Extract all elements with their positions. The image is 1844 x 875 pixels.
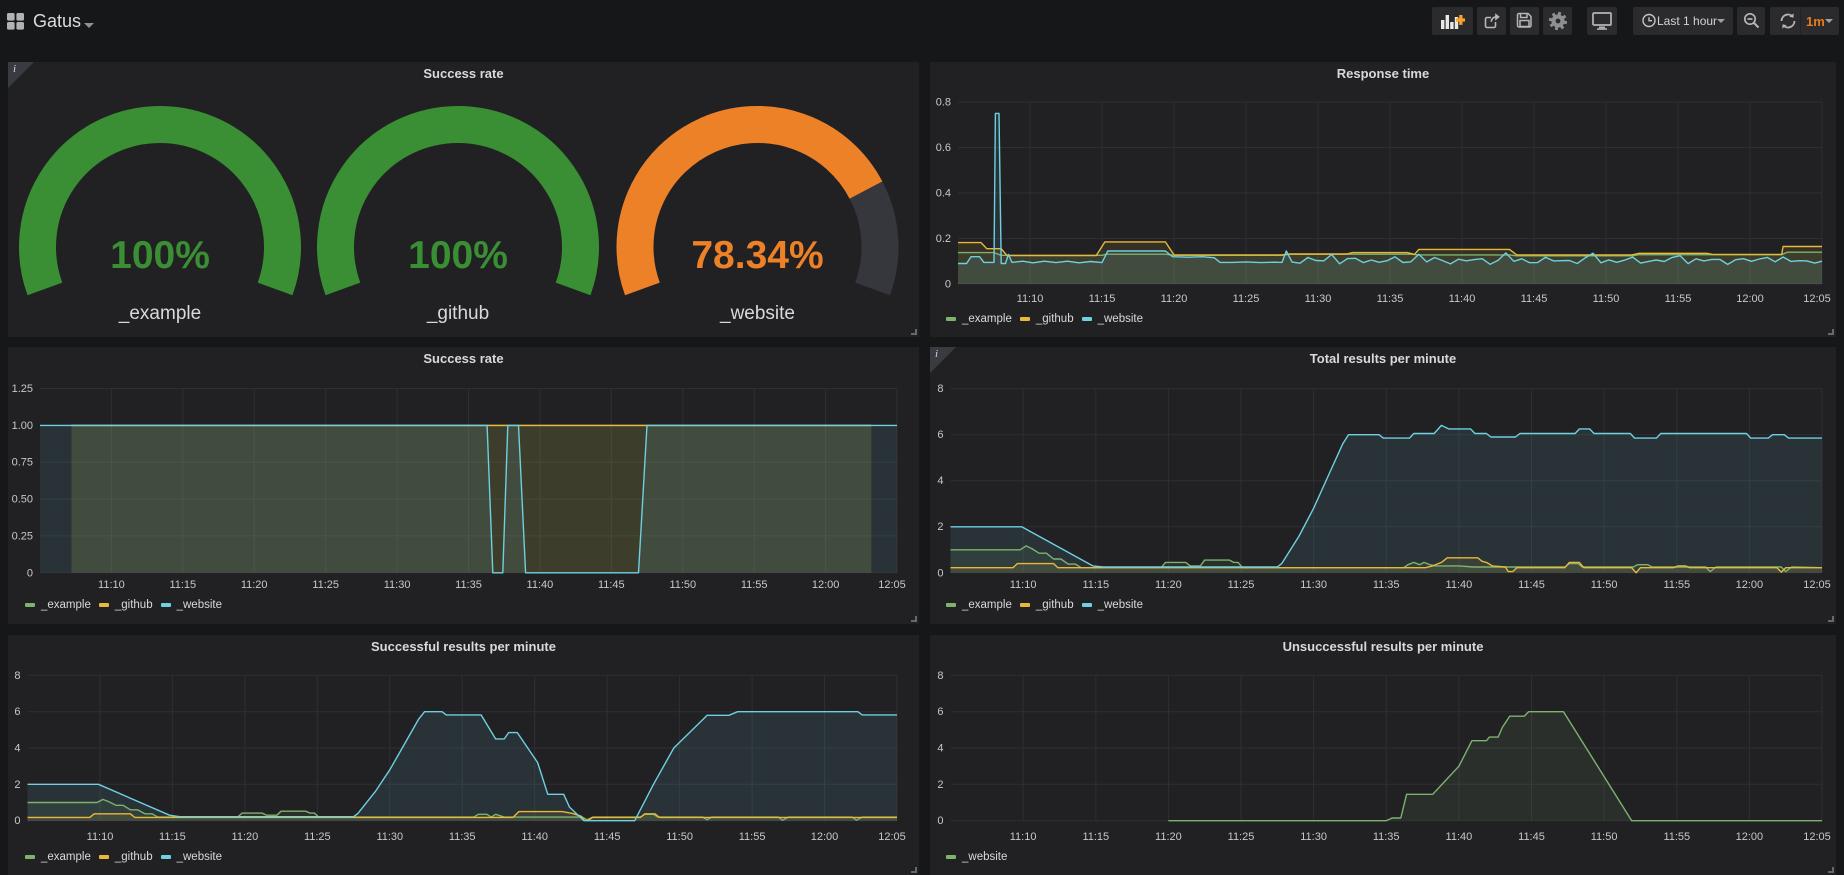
svg-text:11:40: 11:40	[1446, 831, 1473, 843]
svg-text:11:20: 11:20	[232, 831, 259, 843]
svg-text:11:45: 11:45	[594, 831, 621, 843]
svg-text:8: 8	[937, 383, 943, 395]
svg-text:11:35: 11:35	[455, 579, 482, 591]
svg-text:2: 2	[937, 779, 943, 791]
svg-text:0: 0	[27, 567, 33, 579]
svg-text:12:00: 12:00	[1736, 293, 1764, 305]
svg-text:11:10: 11:10	[1017, 293, 1044, 305]
svg-text:11:10: 11:10	[87, 831, 114, 843]
svg-text:4: 4	[14, 743, 20, 755]
svg-text:11:25: 11:25	[1228, 579, 1255, 591]
svg-text:1.00: 1.00	[12, 420, 33, 432]
svg-text:11:15: 11:15	[169, 579, 196, 591]
svg-text:_example: _example	[118, 303, 201, 324]
svg-text:11:35: 11:35	[1373, 831, 1400, 843]
svg-text:11:40: 11:40	[1446, 579, 1473, 591]
svg-text:2: 2	[937, 521, 943, 533]
svg-text:0: 0	[937, 567, 943, 579]
svg-text:11:15: 11:15	[1089, 293, 1116, 305]
svg-text:6: 6	[14, 706, 20, 718]
svg-text:8: 8	[14, 670, 20, 682]
svg-text:4: 4	[937, 743, 943, 755]
svg-text:6: 6	[937, 706, 943, 718]
svg-text:11:55: 11:55	[1663, 579, 1690, 591]
svg-text:11:20: 11:20	[241, 579, 268, 591]
svg-text:11:35: 11:35	[1377, 293, 1404, 305]
svg-text:_github: _github	[426, 303, 489, 324]
svg-text:11:30: 11:30	[384, 579, 411, 591]
svg-text:11:55: 11:55	[1665, 293, 1692, 305]
svg-text:11:25: 11:25	[304, 831, 331, 843]
svg-text:12:00: 12:00	[1736, 579, 1764, 591]
svg-text:11:25: 11:25	[1233, 293, 1260, 305]
svg-text:11:50: 11:50	[666, 831, 693, 843]
svg-text:11:20: 11:20	[1155, 831, 1182, 843]
svg-text:6: 6	[937, 429, 943, 441]
svg-text:2: 2	[14, 779, 20, 791]
svg-text:11:15: 11:15	[159, 831, 186, 843]
svg-text:11:15: 11:15	[1082, 579, 1109, 591]
svg-text:11:35: 11:35	[1373, 579, 1400, 591]
svg-text:11:55: 11:55	[741, 579, 768, 591]
svg-text:0: 0	[945, 279, 951, 291]
svg-text:11:50: 11:50	[1593, 293, 1620, 305]
svg-text:11:20: 11:20	[1155, 579, 1182, 591]
svg-text:0.75: 0.75	[12, 457, 33, 469]
svg-text:11:45: 11:45	[598, 579, 625, 591]
svg-text:11:25: 11:25	[1228, 831, 1255, 843]
svg-text:0: 0	[937, 815, 943, 827]
svg-text:12:05: 12:05	[1803, 579, 1831, 591]
svg-text:11:10: 11:10	[98, 579, 125, 591]
svg-text:0.6: 0.6	[936, 142, 951, 154]
svg-text:0.2: 0.2	[936, 233, 951, 245]
svg-text:11:40: 11:40	[1449, 293, 1476, 305]
svg-text:4: 4	[937, 475, 943, 487]
svg-text:11:30: 11:30	[1300, 579, 1327, 591]
svg-text:11:45: 11:45	[1518, 579, 1545, 591]
svg-text:11:50: 11:50	[669, 579, 696, 591]
svg-text:11:50: 11:50	[1591, 579, 1618, 591]
svg-text:100%: 100%	[110, 234, 210, 277]
svg-text:1.25: 1.25	[12, 383, 33, 395]
svg-text:11:45: 11:45	[1518, 831, 1545, 843]
svg-text:12:00: 12:00	[811, 831, 839, 843]
svg-text:11:45: 11:45	[1521, 293, 1548, 305]
svg-text:11:25: 11:25	[312, 579, 339, 591]
svg-text:11:40: 11:40	[527, 579, 554, 591]
svg-text:11:20: 11:20	[1161, 293, 1188, 305]
svg-text:11:40: 11:40	[521, 831, 548, 843]
svg-text:11:35: 11:35	[449, 831, 476, 843]
svg-text:12:00: 12:00	[1736, 831, 1764, 843]
svg-text:_website: _website	[719, 303, 795, 324]
svg-text:0: 0	[14, 815, 20, 827]
svg-text:11:30: 11:30	[1305, 293, 1332, 305]
svg-text:12:05: 12:05	[1803, 293, 1831, 305]
svg-text:8: 8	[937, 670, 943, 682]
svg-text:0.8: 0.8	[936, 97, 951, 109]
svg-text:12:05: 12:05	[878, 831, 906, 843]
svg-text:12:00: 12:00	[812, 579, 840, 591]
svg-text:11:15: 11:15	[1082, 831, 1109, 843]
svg-text:11:55: 11:55	[1663, 831, 1690, 843]
svg-text:11:50: 11:50	[1591, 831, 1618, 843]
svg-text:0.50: 0.50	[12, 494, 33, 506]
svg-text:12:05: 12:05	[1803, 831, 1831, 843]
svg-text:11:30: 11:30	[376, 831, 403, 843]
svg-text:11:55: 11:55	[739, 831, 766, 843]
svg-text:100%: 100%	[408, 234, 508, 277]
svg-text:0.4: 0.4	[936, 188, 951, 200]
svg-text:78.34%: 78.34%	[691, 234, 823, 277]
svg-text:11:10: 11:10	[1010, 579, 1037, 591]
svg-text:12:05: 12:05	[878, 579, 906, 591]
svg-text:0.25: 0.25	[12, 530, 33, 542]
svg-text:11:30: 11:30	[1300, 831, 1327, 843]
svg-text:11:10: 11:10	[1010, 831, 1037, 843]
